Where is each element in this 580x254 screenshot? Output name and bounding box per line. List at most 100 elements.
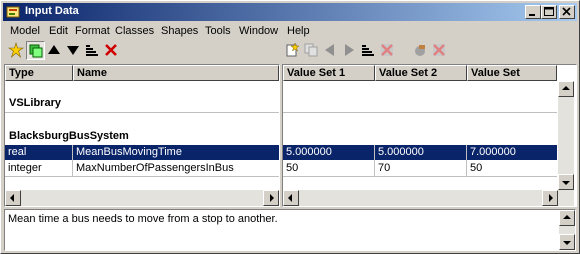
column-header-type[interactable]: Type: [5, 65, 73, 81]
clear-disabled-icon: [433, 44, 445, 56]
menu-tools[interactable]: Tools: [205, 25, 231, 37]
copy-button[interactable]: [26, 41, 45, 60]
input-data-window: Input Data Model Edit Format Classes Sha…: [0, 0, 580, 254]
sort-value-set-button[interactable]: [359, 41, 378, 60]
description-scrollbar[interactable]: [559, 210, 575, 250]
description-scroll-up-button[interactable]: [559, 210, 575, 226]
menu-shapes[interactable]: Shapes: [161, 25, 198, 37]
sort-lines-icon: [86, 45, 98, 56]
table-row[interactable]: 5.000000 5.000000 7.000000: [283, 145, 557, 160]
horizontal-scrollbar[interactable]: [283, 190, 574, 206]
column-header-value-set-1[interactable]: Value Set 1: [283, 65, 375, 81]
row-divider: [5, 112, 279, 113]
arrow-down-icon: [67, 46, 79, 55]
value-cell[interactable]: 70: [375, 161, 467, 176]
sort-button[interactable]: [83, 41, 102, 60]
description-scroll-down-button[interactable]: [559, 234, 575, 250]
scroll-up-icon: [563, 215, 571, 219]
delete-button[interactable]: [102, 41, 121, 60]
menu-format[interactable]: Format: [75, 25, 110, 37]
copy-value-set-button[interactable]: [302, 41, 321, 60]
close-button[interactable]: [559, 5, 575, 19]
row-divider: [5, 176, 279, 177]
scroll-right-icon: [270, 194, 274, 202]
column-divider: [466, 145, 467, 176]
move-down-button[interactable]: [64, 41, 83, 60]
window-title: Input Data: [25, 5, 79, 17]
value-cell[interactable]: 5.000000: [375, 145, 467, 160]
description-text: Mean time a bus needs to move from a sto…: [8, 213, 278, 225]
name-cell: MeanBusMovingTime: [76, 146, 182, 158]
copy-icon: [29, 44, 43, 58]
value-cell[interactable]: 5.000000: [283, 145, 375, 160]
minimize-icon: [529, 14, 535, 16]
column-header-name[interactable]: Name: [73, 65, 279, 81]
menu-model[interactable]: Model: [10, 25, 40, 37]
scroll-left-icon: [288, 194, 292, 202]
scroll-down-icon: [563, 241, 571, 245]
minimize-button[interactable]: [525, 5, 541, 19]
maximize-icon: [544, 7, 554, 16]
arrow-left-icon: [325, 44, 334, 56]
scroll-left-button[interactable]: [283, 190, 299, 206]
run-button[interactable]: [411, 41, 430, 60]
scroll-down-button[interactable]: [558, 174, 574, 190]
column-header-value-set-2[interactable]: Value Set 2: [375, 65, 467, 81]
column-divider: [374, 145, 375, 176]
arrow-up-icon: [48, 45, 60, 54]
name-cell: MaxNumberOfPassengersInBus: [76, 162, 234, 174]
table-row[interactable]: 50 70 50: [283, 161, 557, 176]
value-cell[interactable]: 50: [467, 161, 557, 176]
copy-disabled-icon: [304, 43, 318, 57]
title-bar[interactable]: Input Data: [3, 3, 577, 21]
scroll-right-button[interactable]: [542, 190, 558, 206]
run-gear-icon: [415, 45, 425, 56]
menu-bar: Model Edit Format Classes Shapes Tools W…: [3, 22, 577, 40]
move-right-button[interactable]: [340, 41, 359, 60]
menu-window[interactable]: Window: [239, 25, 278, 37]
value-sets-pane: Value Set 1 Value Set 2 Value Set 5.0000…: [282, 64, 577, 207]
right-toolbar: [283, 40, 463, 62]
menu-edit[interactable]: Edit: [49, 25, 68, 37]
type-cell: real: [8, 146, 27, 158]
scroll-right-icon: [549, 194, 553, 202]
column-divider: [72, 145, 73, 176]
close-icon: [562, 7, 571, 16]
scroll-down-icon: [562, 181, 570, 185]
add-row-button[interactable]: [7, 41, 26, 60]
app-icon: [6, 5, 20, 19]
move-left-button[interactable]: [321, 41, 340, 60]
scroll-up-button[interactable]: [558, 81, 574, 97]
group-label-vslibrary: VSLibrary: [9, 97, 61, 109]
group-label-blacksburg: BlacksburgBusSystem: [9, 130, 129, 142]
maximize-button[interactable]: [541, 5, 557, 19]
delete-value-set-button[interactable]: [378, 41, 397, 60]
value-cell[interactable]: 7.000000: [467, 145, 557, 160]
add-star-icon: [8, 42, 24, 58]
column-header-value-set-3[interactable]: Value Set: [467, 65, 557, 81]
description-box[interactable]: Mean time a bus needs to move from a sto…: [4, 209, 576, 251]
scroll-left-button[interactable]: [5, 190, 21, 206]
horizontal-scrollbar[interactable]: [5, 190, 279, 206]
scroll-right-button[interactable]: [263, 190, 279, 206]
clear-button[interactable]: [430, 41, 449, 60]
delete-disabled-icon: [381, 44, 393, 56]
menu-classes[interactable]: Classes: [115, 25, 154, 37]
variables-pane: Type Name VSLibrary BlacksburgBusSystem …: [4, 64, 280, 207]
row-divider: [283, 176, 557, 177]
table-row[interactable]: real MeanBusMovingTime: [5, 145, 279, 160]
delete-x-icon: [105, 44, 117, 56]
table-row[interactable]: integer MaxNumberOfPassengersInBus: [5, 161, 279, 176]
move-up-button[interactable]: [45, 41, 64, 60]
scroll-left-icon: [10, 194, 14, 202]
new-value-set-button[interactable]: [283, 41, 302, 60]
left-toolbar: [5, 40, 135, 62]
menu-help[interactable]: Help: [287, 25, 310, 37]
value-cell[interactable]: 50: [283, 161, 375, 176]
arrow-right-icon: [345, 44, 354, 56]
type-cell: integer: [8, 162, 42, 174]
scroll-up-icon: [562, 86, 570, 90]
vertical-scrollbar[interactable]: [558, 81, 574, 190]
row-divider: [283, 112, 557, 113]
sort-lines-icon: [362, 45, 374, 56]
